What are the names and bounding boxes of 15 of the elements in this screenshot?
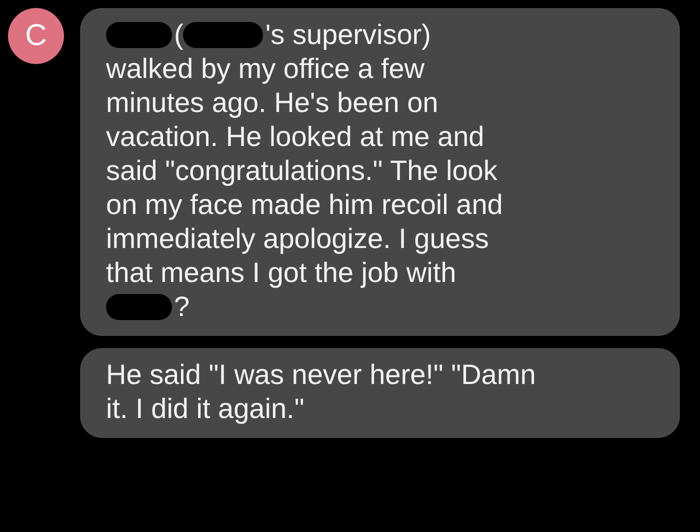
message-text: walked by my office a few (106, 52, 425, 86)
message-text: said "congratulations." The look (106, 154, 498, 188)
message-text: minutes ago. He's been on (106, 86, 438, 120)
message-text: on my face made him recoil and (106, 188, 503, 222)
avatar: C (8, 8, 64, 64)
message-text: it. I did it again." (106, 392, 304, 426)
redaction-mark (106, 294, 172, 320)
message-text: 's supervisor) (265, 18, 431, 52)
message-text: He said "I was never here!" "Damn (106, 358, 536, 392)
message-text: ? (174, 290, 190, 324)
redaction-mark (106, 22, 172, 48)
message-text: vacation. He looked at me and (106, 120, 484, 154)
message-text: that means I got the job with (106, 256, 456, 290)
message-text: ( (174, 18, 184, 52)
message-text: immediately apologize. I guess (106, 222, 489, 256)
